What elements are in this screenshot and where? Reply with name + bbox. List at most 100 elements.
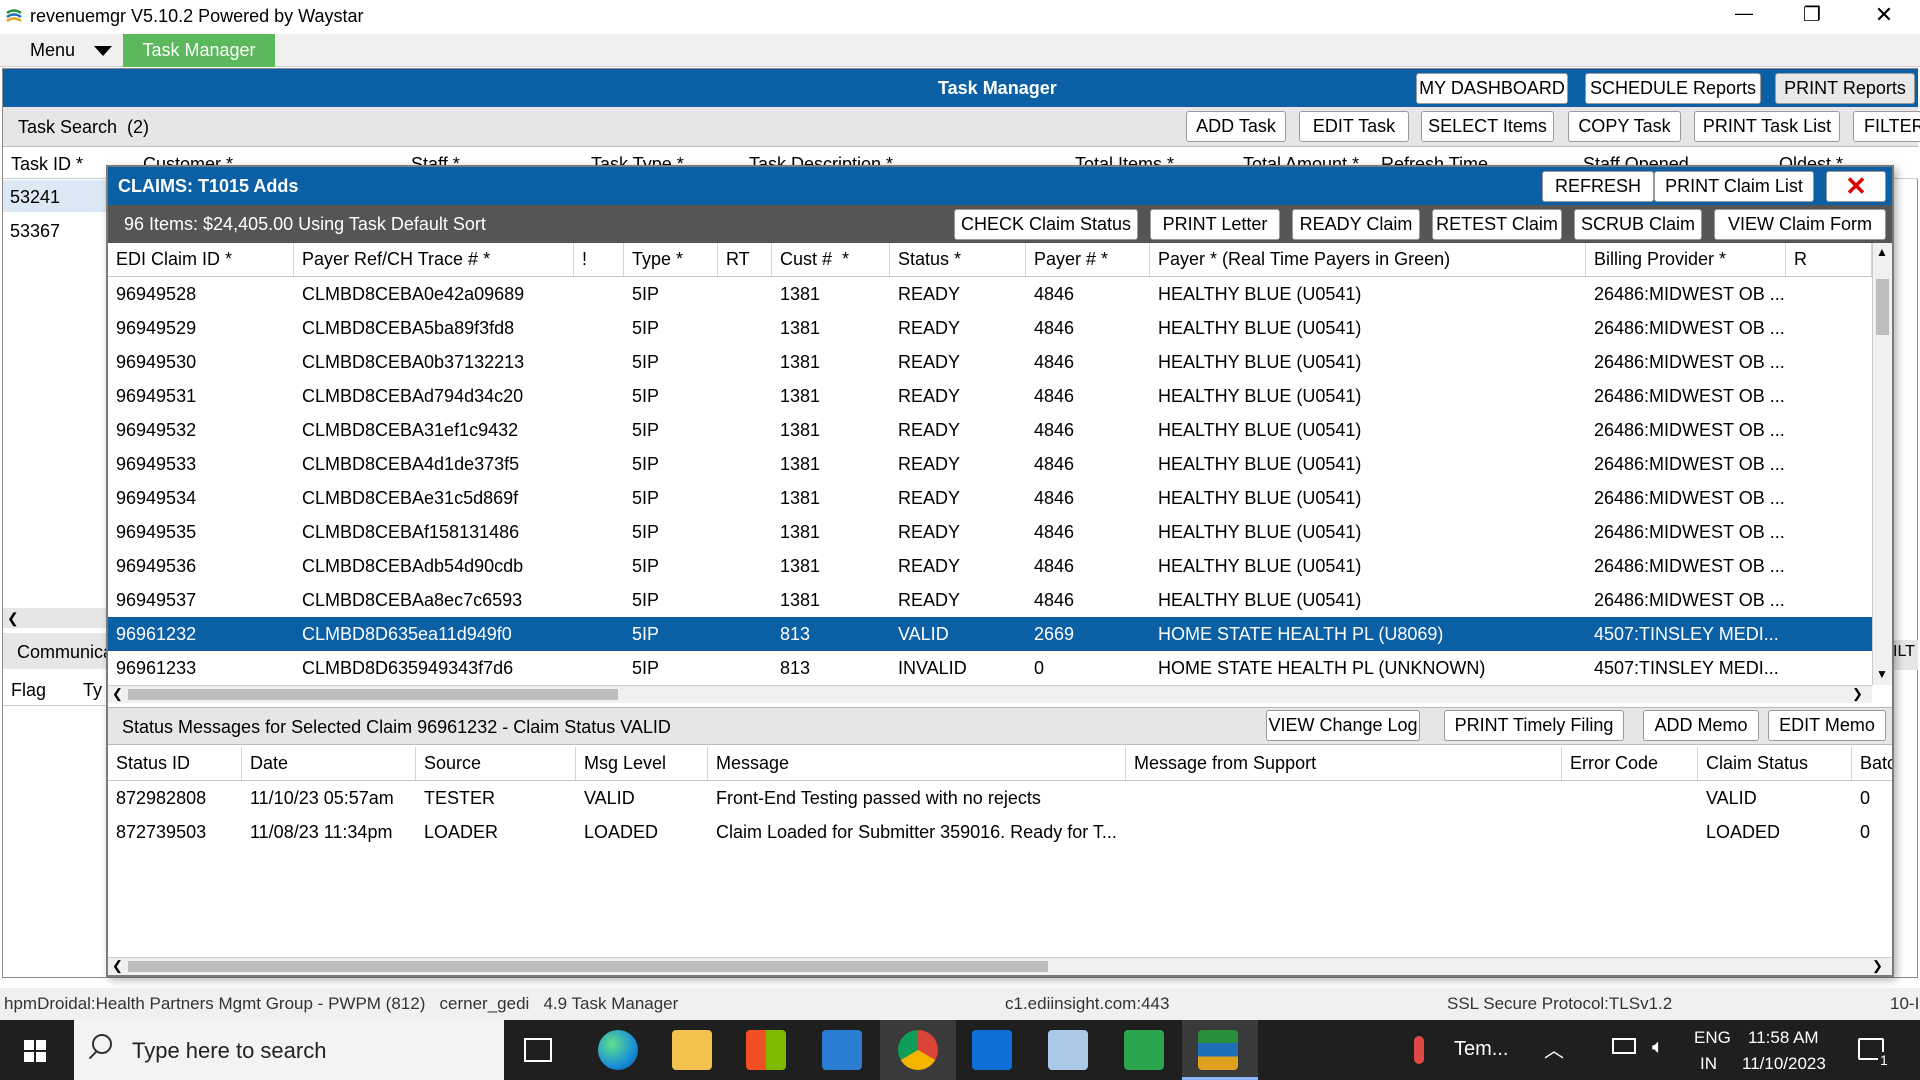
- claim-row[interactable]: 96949529 CLMBD8CEBA5ba89f3fd8 5IP 1381 READY…: [108, 311, 1872, 345]
- retest-claim-button[interactable]: RETEST Claim: [1432, 209, 1562, 240]
- edit-memo-button[interactable]: EDIT Memo: [1768, 710, 1886, 741]
- claim-row[interactable]: 96961233 CLMBD8D635949343f7d6 5IP 813 INVALI…: [108, 651, 1872, 685]
- start-button[interactable]: [0, 1020, 72, 1080]
- col-payer[interactable]: Payer * (Real Time Payers in Green): [1150, 243, 1586, 276]
- col-msg-level[interactable]: Msg Level: [576, 747, 708, 780]
- claims-close-button[interactable]: ✕: [1826, 171, 1886, 202]
- scrub-claim-button[interactable]: SCRUB Claim: [1574, 209, 1702, 240]
- file-explorer-icon[interactable]: [672, 1030, 712, 1070]
- claim-row[interactable]: 96949535 CLMBD8CEBAf158131486 5IP 1381 READY…: [108, 515, 1872, 549]
- add-task-button[interactable]: ADD Task: [1186, 111, 1286, 142]
- claim-row[interactable]: 96949533 CLMBD8CEBA4d1de373f5 5IP 1381 READY…: [108, 447, 1872, 481]
- lang-top[interactable]: ENG: [1694, 1028, 1731, 1048]
- col-status-id[interactable]: Status ID: [108, 747, 242, 780]
- col-rt[interactable]: RT: [718, 243, 772, 276]
- col-task-id[interactable]: Task ID *: [11, 154, 83, 175]
- print-claim-list-btn[interactable]: PRINT Claim List: [1654, 171, 1814, 202]
- col-message[interactable]: Message: [708, 747, 1126, 780]
- taskbar-search[interactable]: Type here to search: [74, 1020, 504, 1080]
- print-reports-button[interactable]: PRINT Reports: [1775, 73, 1915, 104]
- task-view-icon[interactable]: [524, 1038, 552, 1062]
- col-date[interactable]: Date: [242, 747, 416, 780]
- edge-icon[interactable]: [598, 1030, 638, 1070]
- refresh-button[interactable]: REFRESH: [1542, 171, 1654, 202]
- media-player-icon[interactable]: [1124, 1030, 1164, 1070]
- status-hscroll-thumb[interactable]: [128, 961, 1048, 972]
- claim-row[interactable]: 96949537 CLMBD8CEBAa8ec7c6593 5IP 1381 READY…: [108, 583, 1872, 617]
- col-claim-status[interactable]: Claim Status: [1698, 747, 1852, 780]
- claim-row[interactable]: 96949532 CLMBD8CEBA31ef1c9432 5IP 1381 READY…: [108, 413, 1872, 447]
- task-row[interactable]: 53367: [3, 214, 106, 246]
- menu-button[interactable]: Menu: [30, 40, 75, 61]
- edit-task-button[interactable]: EDIT Task: [1299, 111, 1409, 142]
- col-edi-claim-id[interactable]: EDI Claim ID *: [108, 243, 294, 276]
- col-payer-ref[interactable]: Payer Ref/CH Trace # *: [294, 243, 574, 276]
- mail-icon[interactable]: [822, 1030, 862, 1070]
- status-hscroll[interactable]: ❮ ❯: [108, 957, 1892, 975]
- close-window-button[interactable]: ✕: [1872, 2, 1896, 28]
- claim-row[interactable]: 96949528 CLMBD8CEBA0e42a09689 5IP 1381 READY…: [108, 277, 1872, 311]
- copy-task-button[interactable]: COPY Task: [1568, 111, 1681, 142]
- claim-row[interactable]: 96949534 CLMBD8CEBAe31c5d869f 5IP 1381 READY…: [108, 481, 1872, 515]
- scroll-right-icon[interactable]: ❯: [1872, 958, 1883, 974]
- col-cust[interactable]: Cust # *: [772, 243, 890, 276]
- claim-row[interactable]: 96949531 CLMBD8CEBAd794d34c20 5IP 1381 READY…: [108, 379, 1872, 413]
- filter-button[interactable]: FILTER: [1853, 111, 1920, 142]
- network-icon[interactable]: [1612, 1038, 1636, 1054]
- col-flag-bang[interactable]: !: [574, 243, 624, 276]
- claims-vscroll[interactable]: ▲ ▼: [1872, 243, 1892, 685]
- add-memo-button[interactable]: ADD Memo: [1643, 710, 1759, 741]
- scroll-right-icon[interactable]: ❯: [1852, 686, 1863, 702]
- scroll-down-icon[interactable]: ▼: [1876, 667, 1888, 681]
- scroll-left-icon[interactable]: ❮: [112, 686, 123, 702]
- claim-row[interactable]: 96949536 CLMBD8CEBAdb54d90cdb 5IP 1381 READY…: [108, 549, 1872, 583]
- print-task-list-button[interactable]: PRINT Task List: [1694, 111, 1840, 142]
- claims-vscroll-thumb[interactable]: [1876, 279, 1889, 335]
- restore-button[interactable]: ❐: [1800, 2, 1824, 27]
- col-status[interactable]: Status *: [890, 243, 1026, 276]
- store-icon[interactable]: [746, 1030, 786, 1070]
- check-claim-status-button[interactable]: CHECK Claim Status: [954, 209, 1138, 240]
- chevron-up-icon[interactable]: ︿: [1544, 1034, 1564, 1063]
- select-items-button[interactable]: SELECT Items: [1421, 111, 1554, 142]
- menu-dropdown-icon[interactable]: [94, 46, 112, 56]
- scroll-left-icon[interactable]: ❮: [7, 610, 19, 627]
- scroll-up-icon[interactable]: ▲: [1876, 245, 1888, 259]
- status-row[interactable]: 872739503 11/08/23 11:34pm LOADER LOADED Cla…: [108, 815, 1892, 849]
- notes-icon[interactable]: [1048, 1030, 1088, 1070]
- tab-task-manager[interactable]: Task Manager: [123, 34, 275, 67]
- my-dashboard-button[interactable]: MY DASHBOARD: [1416, 73, 1568, 104]
- col-message-from-support[interactable]: Message from Support: [1126, 747, 1562, 780]
- volume-icon[interactable]: 🔈︎: [1652, 1036, 1664, 1059]
- col-r[interactable]: R: [1786, 243, 1872, 276]
- task-row[interactable]: 53241: [3, 180, 106, 212]
- col-type[interactable]: Ty: [83, 680, 102, 701]
- claim-row[interactable]: 96949530 CLMBD8CEBA0b37132213 5IP 1381 READY…: [108, 345, 1872, 379]
- col-error-code[interactable]: Error Code: [1562, 747, 1698, 780]
- col-source[interactable]: Source: [416, 747, 576, 780]
- col-flag[interactable]: Flag: [11, 680, 46, 701]
- lang-bottom[interactable]: IN: [1700, 1054, 1717, 1074]
- col-billing-provider[interactable]: Billing Provider *: [1586, 243, 1786, 276]
- schedule-reports-button[interactable]: SCHEDULE Reports: [1585, 73, 1761, 104]
- chrome-icon[interactable]: [898, 1030, 938, 1070]
- claims-hscroll-thumb[interactable]: [128, 689, 618, 700]
- col-type[interactable]: Type *: [624, 243, 718, 276]
- status-row[interactable]: 872982808 11/10/23 05:57am TESTER VALID Fron…: [108, 781, 1892, 815]
- col-payer-num[interactable]: Payer # *: [1026, 243, 1150, 276]
- clock-date[interactable]: 11/10/2023: [1742, 1054, 1826, 1074]
- minimize-button[interactable]: —: [1732, 3, 1756, 24]
- revenuemgr-icon[interactable]: [1198, 1030, 1238, 1070]
- col-batch[interactable]: Batc: [1852, 747, 1892, 780]
- skype-icon[interactable]: [972, 1030, 1012, 1070]
- ready-claim-button[interactable]: READY Claim: [1292, 209, 1420, 240]
- view-change-log-button[interactable]: VIEW Change Log: [1266, 710, 1420, 741]
- task-table-hscroll[interactable]: ❮: [3, 608, 106, 628]
- claims-hscroll[interactable]: ❮ ❯: [108, 685, 1872, 703]
- view-claim-form-button[interactable]: VIEW Claim Form: [1714, 209, 1886, 240]
- claim-row[interactable]: 96961232 CLMBD8D635ea11d949f0 5IP 813 VALID 2…: [108, 617, 1872, 651]
- print-letter-button[interactable]: PRINT Letter: [1150, 209, 1280, 240]
- print-timely-filing-button[interactable]: PRINT Timely Filing: [1444, 710, 1624, 741]
- weather-label[interactable]: Tem...: [1454, 1038, 1508, 1061]
- scroll-left-icon[interactable]: ❮: [112, 958, 123, 974]
